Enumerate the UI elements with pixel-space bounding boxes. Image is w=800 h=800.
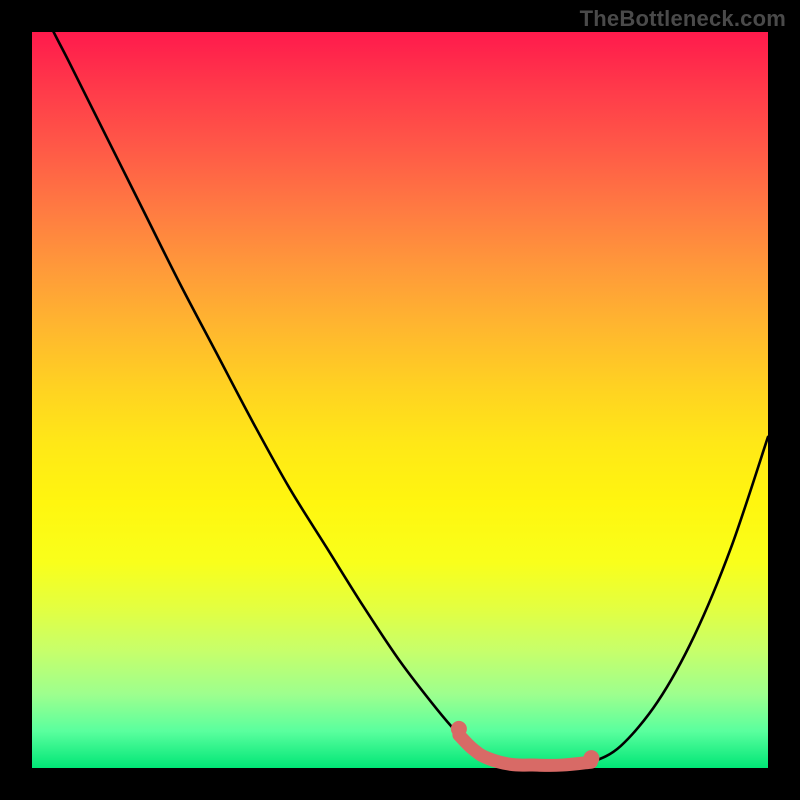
chart-frame: TheBottleneck.com	[0, 0, 800, 800]
watermark-text: TheBottleneck.com	[580, 6, 786, 32]
bottleneck-curve	[32, 0, 768, 767]
curve-layer	[32, 32, 768, 768]
plot-area	[32, 32, 768, 768]
optimal-marker	[459, 735, 591, 765]
optimal-marker-start-dot	[451, 721, 467, 737]
optimal-marker-end-dot	[583, 750, 599, 766]
